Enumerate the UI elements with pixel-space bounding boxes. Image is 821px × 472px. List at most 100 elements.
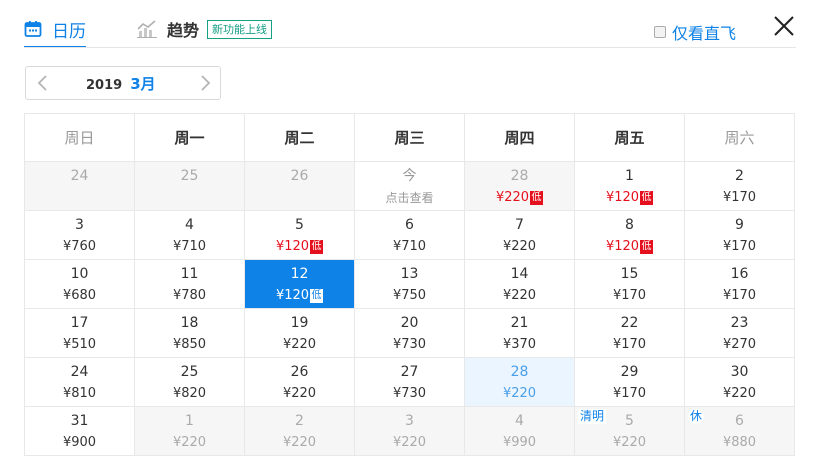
calendar-day-cell[interactable]: 11 ¥780 — [134, 259, 245, 309]
low-price-tag: 低 — [310, 239, 324, 254]
calendar-day-cell[interactable]: 15 ¥170 — [574, 259, 685, 309]
calendar-day-cell[interactable]: 18 ¥850 — [134, 308, 245, 358]
calendar-day-cell[interactable]: 5 ¥120 低 — [244, 210, 355, 260]
day-number: 今 — [402, 168, 417, 184]
day-price-value: ¥510 — [62, 337, 97, 352]
calendar-day-cell[interactable]: 12 ¥120 低 — [244, 259, 355, 309]
day-price: ¥710 — [135, 239, 244, 255]
calendar-day-cell[interactable]: 14 ¥220 — [464, 259, 575, 309]
close-icon[interactable] — [772, 14, 796, 38]
day-price: ¥120 低 — [575, 239, 684, 255]
day-price-value: ¥170 — [612, 288, 647, 303]
day-price-value: ¥120 — [605, 239, 640, 254]
day-number: 14 — [510, 266, 529, 282]
day-number: 8 — [625, 217, 634, 233]
day-price: 点击查看 — [355, 190, 464, 206]
day-price: ¥220 — [245, 386, 354, 402]
calendar-day-cell[interactable]: 28 ¥220 低 — [464, 161, 575, 211]
day-number: 25 — [180, 364, 199, 380]
day-price: ¥170 — [575, 288, 684, 304]
weekday-label: 周五 — [574, 113, 685, 162]
calendar-day-cell[interactable]: 9 ¥170 — [684, 210, 795, 260]
calendar-day-cell[interactable]: 24 ¥810 — [24, 357, 135, 407]
low-price-tag: 低 — [640, 190, 654, 205]
calendar-day-cell[interactable]: 7 ¥220 — [464, 210, 575, 260]
day-price: ¥510 — [25, 337, 134, 353]
calendar-day-cell[interactable]: 清明 5 ¥220 — [574, 406, 685, 456]
calendar-day-cell[interactable]: 21 ¥370 — [464, 308, 575, 358]
calendar-day-cell[interactable]: 30 ¥220 — [684, 357, 795, 407]
chevron-left-icon[interactable] — [34, 74, 52, 92]
calendar-day-cell[interactable]: 3 ¥760 — [24, 210, 135, 260]
calendar-day-cell[interactable]: 今点击查看 — [354, 161, 465, 211]
day-number: 3 — [405, 413, 414, 429]
weekday-label: 周三 — [354, 113, 465, 162]
day-price: ¥170 — [685, 239, 794, 255]
calendar-day-cell[interactable]: 8 ¥120 低 — [574, 210, 685, 260]
calendar-day-cell[interactable]: 4 ¥710 — [134, 210, 245, 260]
calendar-day-cell[interactable]: 13 ¥750 — [354, 259, 465, 309]
day-number: 4 — [515, 413, 524, 429]
calendar-week-row: 24 25 26 今点击查看 28 ¥220 低 1 ¥120 低 2 ¥170 — [24, 161, 795, 211]
day-price: ¥220 — [575, 435, 684, 451]
day-price-value: ¥750 — [392, 288, 427, 303]
day-number: 6 — [405, 217, 414, 233]
calendar-day-cell[interactable]: 3 ¥220 — [354, 406, 465, 456]
day-price-value: ¥170 — [612, 337, 647, 352]
day-price: ¥220 — [465, 386, 574, 402]
calendar-icon — [24, 21, 42, 37]
tab-trend[interactable]: 趋势 新功能上线 — [137, 16, 273, 42]
day-price: ¥220 低 — [465, 190, 574, 206]
calendar-week-row: 3 ¥760 4 ¥710 5 ¥120 低 6 ¥710 7 ¥220 8 ¥120 低 9 ¥170 — [24, 210, 795, 260]
day-price: ¥120 低 — [245, 239, 354, 255]
day-number: 18 — [180, 315, 199, 331]
calendar-day-cell[interactable]: 6 ¥710 — [354, 210, 465, 260]
direct-only-filter[interactable]: 仅看直飞 — [654, 20, 736, 44]
day-number: 17 — [70, 315, 89, 331]
calendar-day-cell[interactable]: 1 ¥220 — [134, 406, 245, 456]
calendar-day-cell[interactable]: 23 ¥270 — [684, 308, 795, 358]
calendar-day-cell[interactable]: 27 ¥730 — [354, 357, 465, 407]
day-price: ¥220 — [135, 435, 244, 451]
day-price-value: ¥220 — [502, 386, 537, 401]
price-calendar: 周日 周一 周二 周三 周四 周五 周六 24 25 26 今点击查看 28 ¥220 低 1… — [24, 113, 795, 456]
calendar-day-cell[interactable]: 10 ¥680 — [24, 259, 135, 309]
calendar-day-cell[interactable]: 26 — [244, 161, 355, 211]
calendar-day-cell[interactable]: 2 ¥170 — [684, 161, 795, 211]
calendar-day-cell[interactable]: 19 ¥220 — [244, 308, 355, 358]
day-number: 23 — [730, 315, 749, 331]
trend-chart-icon — [137, 20, 157, 38]
calendar-day-cell[interactable]: 31 ¥900 — [24, 406, 135, 456]
day-number: 11 — [180, 266, 199, 282]
day-number: 30 — [730, 364, 749, 380]
day-price: ¥270 — [685, 337, 794, 353]
calendar-day-cell[interactable]: 28 ¥220 — [464, 357, 575, 407]
day-price-value: ¥220 — [282, 435, 317, 450]
calendar-day-cell[interactable]: 25 — [134, 161, 245, 211]
chevron-right-icon[interactable] — [196, 74, 214, 92]
direct-only-checkbox[interactable] — [654, 26, 666, 38]
day-price: ¥680 — [25, 288, 134, 304]
calendar-day-cell[interactable]: 16 ¥170 — [684, 259, 795, 309]
day-price: ¥220 — [245, 337, 354, 353]
day-number: 10 — [70, 266, 89, 282]
day-price-value: ¥120 — [605, 190, 640, 205]
calendar-day-cell[interactable]: 22 ¥170 — [574, 308, 685, 358]
day-number: 2 — [295, 413, 304, 429]
day-price: ¥850 — [135, 337, 244, 353]
day-number: 20 — [400, 315, 419, 331]
day-price: ¥900 — [25, 435, 134, 451]
calendar-day-cell[interactable]: 休 6 ¥880 — [684, 406, 795, 456]
calendar-day-cell[interactable]: 29 ¥170 — [574, 357, 685, 407]
day-number: 21 — [510, 315, 529, 331]
tab-calendar[interactable]: 日历 — [24, 16, 86, 48]
day-number: 1 — [185, 413, 194, 429]
calendar-day-cell[interactable]: 17 ¥510 — [24, 308, 135, 358]
calendar-day-cell[interactable]: 1 ¥120 低 — [574, 161, 685, 211]
calendar-day-cell[interactable]: 25 ¥820 — [134, 357, 245, 407]
calendar-day-cell[interactable]: 26 ¥220 — [244, 357, 355, 407]
calendar-day-cell[interactable]: 24 — [24, 161, 135, 211]
calendar-day-cell[interactable]: 2 ¥220 — [244, 406, 355, 456]
calendar-day-cell[interactable]: 20 ¥730 — [354, 308, 465, 358]
calendar-day-cell[interactable]: 4 ¥990 — [464, 406, 575, 456]
